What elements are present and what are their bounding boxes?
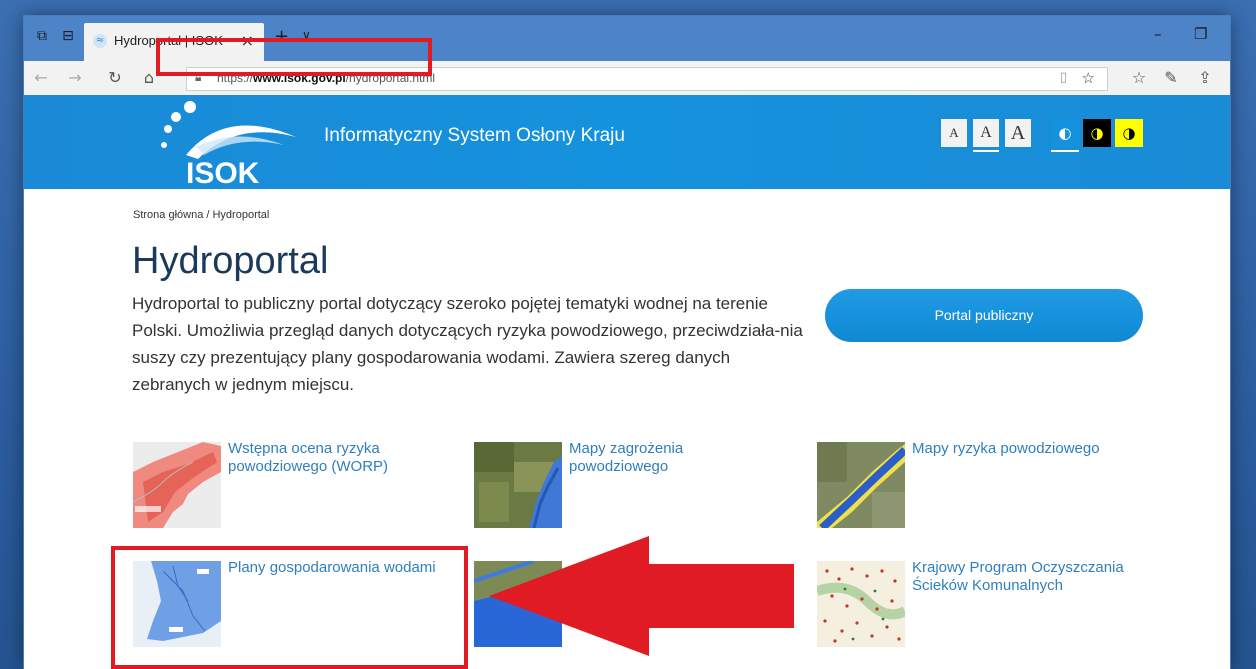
favorite-star-icon[interactable]: ☆	[1082, 69, 1095, 87]
plany-highlight-box	[111, 546, 468, 669]
font-size-large-button[interactable]: A	[1005, 119, 1031, 147]
card-kposk-label[interactable]: Krajowy Program Oczyszczania Ścieków Kom…	[912, 559, 1152, 595]
contrast-active-indicator	[1051, 150, 1079, 152]
site-title: Informatyczny System Osłony Kraju	[324, 125, 625, 146]
flood-risk-map-thumbnail[interactable]	[817, 442, 905, 528]
isok-logo[interactable]: ISOK	[156, 95, 306, 189]
page-title: Hydroportal	[132, 240, 329, 282]
refresh-icon[interactable]: ↻	[104, 67, 126, 89]
worp-map-thumbnail[interactable]	[133, 442, 221, 528]
pen-icon[interactable]: ✎	[1160, 67, 1182, 89]
portal-publiczny-button[interactable]: Portal publiczny	[825, 289, 1143, 342]
contrast-normal-icon[interactable]: ◐	[1051, 119, 1079, 147]
url-highlight-box	[156, 38, 432, 76]
font-size-small-button[interactable]: A	[941, 119, 967, 147]
font-size-medium-button[interactable]: A	[973, 119, 999, 147]
forward-icon[interactable]: →	[64, 67, 86, 89]
share-icon[interactable]: ⇪	[1194, 67, 1216, 89]
site-header: ISOK Informatyczny System Osłony Kraju A…	[24, 95, 1230, 189]
card-mapy-zagrozenia-label[interactable]: Mapy zagrożenia powodziowego	[569, 440, 729, 476]
back-icon[interactable]: ←	[30, 67, 52, 89]
isok-favicon-icon: ≈	[93, 34, 107, 48]
tab-actions-icon[interactable]: ⧉	[32, 26, 52, 46]
browser-window: ⧉ ⊟ ≈ Hydroportal | ISOK × + ∨ – ❐ ← → ↻…	[24, 16, 1230, 669]
page-description: Hydroportal to publiczny portal dotycząc…	[132, 294, 803, 394]
reading-view-icon[interactable]: ▯	[1060, 70, 1067, 85]
contrast-black-yellow-icon[interactable]: ◑	[1083, 119, 1111, 147]
logo-text: ISOK	[186, 157, 260, 189]
restore-icon[interactable]: ❐	[1194, 25, 1207, 43]
flood-hazard-map-thumbnail[interactable]	[474, 442, 562, 528]
favorites-list-icon[interactable]: ☆	[1128, 67, 1150, 89]
breadcrumb[interactable]: Strona główna / Hydroportal	[133, 209, 269, 221]
minimize-icon[interactable]: –	[1154, 25, 1162, 43]
tab-preview-icon[interactable]: ⊟	[58, 26, 78, 46]
card-mapy-ryzyka-label[interactable]: Mapy ryzyka powodziowego	[912, 440, 1152, 458]
red-arrow-annotation	[489, 536, 794, 656]
sewage-program-map-thumbnail[interactable]	[817, 561, 905, 647]
card-worp-label[interactable]: Wstępna ocena ryzyka powodziowego (WORP)	[228, 440, 428, 476]
contrast-yellow-black-icon[interactable]: ◑	[1115, 119, 1143, 147]
font-size-active-indicator	[973, 150, 999, 152]
